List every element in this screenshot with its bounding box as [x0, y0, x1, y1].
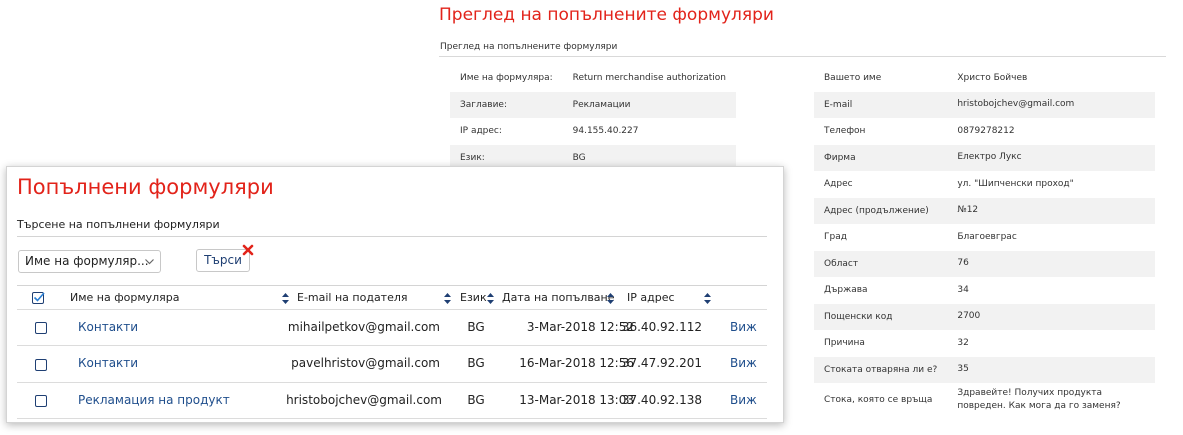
view-link[interactable]: Виж — [730, 320, 757, 334]
row-divider — [17, 345, 767, 346]
sort-icon[interactable] — [487, 293, 494, 304]
meta-value: Return merchandise authorization — [572, 73, 726, 84]
field-value: Христо Бойчев — [957, 72, 1028, 83]
meta-value: Рекламации — [562, 91, 736, 118]
sender-email: pavelhristov@gmail.com — [291, 356, 440, 370]
field-row: Стока, която се връща Здравейте! Получих … — [814, 383, 1155, 417]
panel-title: Попълнени формуляри — [17, 175, 274, 199]
field-value: Благоевграс — [957, 231, 1017, 242]
field-row: Адрес ул. "Шипченски проход" — [814, 171, 1155, 198]
field-row: Държава 34 — [814, 277, 1155, 304]
field-value: 76 — [947, 250, 1155, 277]
form-meta-table: Име на формуляра: Return merchandise aut… — [450, 65, 736, 171]
meta-row: IP адрес: 94.155.40.227 — [450, 118, 736, 145]
field-label: Област — [814, 250, 948, 277]
meta-label: Име на формуляра: — [460, 73, 553, 84]
column-header-date[interactable]: Дата на попълване — [502, 291, 615, 304]
row-divider — [17, 309, 767, 310]
detail-breadcrumb: Преглед на попълнените формуляри — [440, 42, 618, 52]
sort-icon[interactable] — [607, 293, 614, 304]
column-header-ip[interactable]: IP адрес — [627, 291, 675, 304]
field-value: №12 — [947, 197, 1155, 224]
field-label: Стока, която се връща — [824, 395, 933, 405]
field-label: Фирма — [814, 144, 948, 171]
field-row: Причина 32 — [814, 330, 1155, 357]
field-label: E-mail — [814, 91, 948, 118]
row-checkbox[interactable] — [35, 322, 47, 334]
submit-date: 16-Mar-2018 12:56 — [519, 356, 634, 370]
detail-divider — [439, 56, 1166, 57]
filled-forms-panel: Попълнени формуляри Търсене на попълнени… — [6, 166, 784, 423]
field-value: 2700 — [947, 303, 1155, 330]
column-header-form-name[interactable]: Име на формуляра — [70, 291, 180, 304]
sender-email: hristobojchev@gmail.com — [286, 393, 442, 407]
field-row: Област 76 — [814, 250, 1155, 277]
field-row: Фирма Електро Лукс — [814, 144, 1155, 171]
field-row: Пощенски код 2700 — [814, 303, 1155, 330]
chevron-down-icon — [145, 259, 154, 265]
field-label: Държава — [824, 285, 868, 296]
column-header-email[interactable]: E-mail на подателя — [297, 291, 408, 304]
field-row: E-mail hristobojchev@gmail.com — [814, 91, 1155, 118]
meta-row: Име на формуляра: Return merchandise aut… — [450, 65, 736, 92]
select-all-checkbox-icon[interactable] — [32, 291, 45, 304]
field-row: Адрес (продължение) №12 — [814, 197, 1155, 224]
view-link[interactable]: Виж — [730, 393, 757, 407]
column-header-lang[interactable]: Език — [460, 291, 487, 304]
ip-address: 37.40.92.138 — [621, 393, 702, 407]
field-row: Град Благоевграс — [814, 224, 1155, 251]
field-value: 32 — [957, 337, 969, 348]
field-row: Стоката отваряна ли е? 35 — [814, 356, 1155, 383]
meta-label: Заглавие: — [450, 91, 563, 118]
form-name-link[interactable]: Рекламация на продукт — [78, 393, 230, 407]
meta-row: Заглавие: Рекламации — [450, 91, 736, 118]
language: BG — [467, 320, 485, 334]
detail-title: Преглед на попълнените формуляри — [439, 5, 774, 25]
field-label: Стоката отваряна ли е? — [814, 356, 948, 383]
sort-icon[interactable] — [282, 293, 289, 304]
field-label: Адрес — [824, 179, 853, 190]
field-value: hristobojchev@gmail.com — [947, 91, 1155, 118]
field-value: 34 — [957, 284, 969, 295]
field-row: Вашето име Христо Бойчев — [814, 65, 1155, 92]
row-checkbox[interactable] — [35, 359, 47, 371]
field-value: 0879278212 — [957, 125, 1015, 136]
field-label: Адрес (продължение) — [814, 197, 948, 224]
submit-date: 13-Mar-2018 13:03 — [519, 393, 634, 407]
field-label: Пощенски код — [814, 303, 948, 330]
row-checkbox[interactable] — [35, 395, 47, 407]
field-label: Град — [824, 232, 847, 243]
field-label: Причина — [824, 338, 865, 349]
language: BG — [467, 393, 485, 407]
field-label: Вашето име — [824, 73, 882, 84]
field-row: Телефон 0879278212 — [814, 118, 1155, 145]
sort-icon[interactable] — [444, 293, 451, 304]
meta-value: 94.155.40.227 — [572, 126, 639, 137]
panel-divider — [17, 236, 767, 237]
field-value: Електро Лукс — [947, 144, 1155, 171]
form-name-link[interactable]: Контакти — [78, 320, 138, 334]
field-value: ул. "Шипченски проход" — [957, 178, 1074, 189]
row-divider — [17, 418, 767, 419]
language: BG — [467, 356, 485, 370]
sort-icon[interactable] — [704, 293, 711, 304]
sender-email: mihailpetkov@gmail.com — [287, 320, 440, 334]
filter-select-value: Име на формуляр... — [25, 254, 149, 268]
ip-address: 37.47.92.201 — [621, 356, 702, 370]
form-name-link[interactable]: Контакти — [78, 356, 138, 370]
submission-fields-table: Вашето име Христо Бойчев E-mail hristobojc… — [814, 65, 1155, 417]
meta-label: IP адрес: — [460, 126, 502, 137]
submit-date: 3-Mar-2018 12:52 — [526, 320, 634, 334]
view-link[interactable]: Виж — [730, 356, 757, 370]
field-value: Здравейте! Получих продукта повреден. Ка… — [957, 388, 1121, 411]
ip-address: 36.40.92.112 — [621, 320, 702, 334]
field-label: Телефон — [824, 126, 866, 137]
panel-subtitle: Търсене на попълнени формуляри — [17, 218, 220, 231]
form-name-filter-select[interactable]: Име на формуляр... — [18, 250, 161, 273]
field-value: 35 — [947, 356, 1155, 383]
table-top-divider — [17, 285, 767, 286]
clear-icon[interactable] — [242, 244, 254, 256]
row-divider — [17, 382, 767, 383]
